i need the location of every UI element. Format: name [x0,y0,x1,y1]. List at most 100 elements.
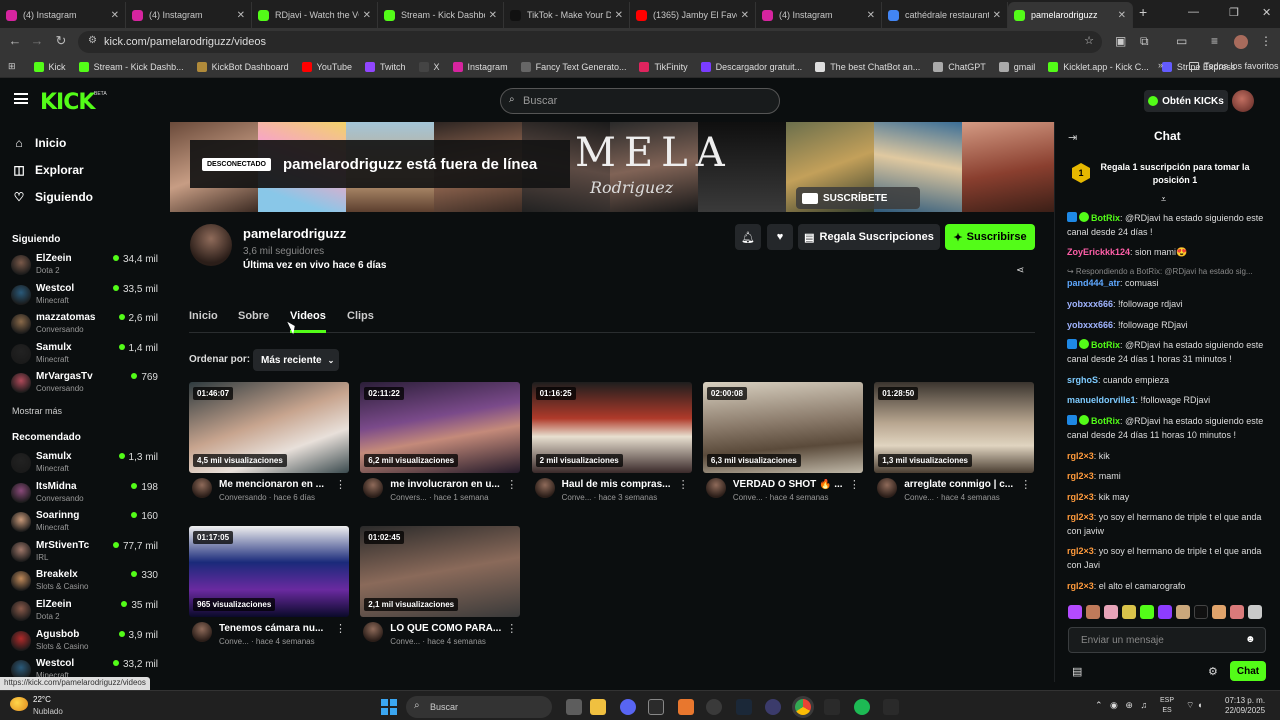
app-icon[interactable] [706,699,722,715]
notification-bell-button[interactable]: 🔔︎ [735,224,761,250]
kick-logo[interactable]: KICK [40,90,95,115]
menu-dots-icon[interactable]: ⋮ [1260,34,1272,48]
chat-username[interactable]: yobxxx666 [1067,299,1113,309]
emote-icon[interactable] [1158,605,1172,619]
chat-username[interactable]: BotRix [1091,340,1120,350]
emote-icon[interactable] [1086,605,1100,619]
tab-close-icon[interactable]: ✕ [1118,10,1126,21]
collapse-chat-icon[interactable]: ⇥ [1068,131,1077,144]
forward-icon[interactable]: → [28,33,46,48]
tab-close-icon[interactable]: ✕ [489,10,497,21]
chat-username[interactable]: rgl2×3 [1067,512,1094,522]
sidebar-nav-explorar[interactable]: ◫ Explorar [12,163,83,177]
user-avatar[interactable] [1232,90,1254,112]
weather-temperature[interactable]: 22°C [33,695,51,704]
video-title[interactable]: arreglate conmigo | c... [904,479,1022,490]
emote-icon[interactable] [1122,605,1136,619]
subscribe-button[interactable]: ✦ Suscribirse [945,224,1035,250]
browser-tab[interactable]: cathédrale restaurant ✕ [882,2,1008,28]
weather-icon[interactable] [10,697,28,711]
close-window-icon[interactable]: ✕ [1262,6,1271,19]
video-card[interactable]: 01:46:07 4,5 mil visualizaciones Me mencio… [189,382,349,512]
puzzle-icon[interactable]: ⧉ [1140,34,1149,49]
bookmark-star-icon[interactable]: ☆ [1084,34,1094,47]
tab-search-icon[interactable]: ▭ [1176,34,1187,48]
tab-close-icon[interactable]: ✕ [867,10,875,21]
tab-close-icon[interactable]: ✕ [237,10,245,21]
chat-username[interactable]: manueldorville1 [1067,395,1136,405]
site-info-icon[interactable]: ⚙ [88,35,97,46]
network-icon[interactable]: ⌔ ◖ [1186,700,1202,711]
video-card[interactable]: 01:16:25 2 mil visualizaciones Haul de mis… [531,382,692,512]
video-channel-avatar[interactable] [192,622,212,642]
sort-dropdown[interactable]: Más reciente ⌄ [253,349,339,371]
recommended-item[interactable]: Agusbob Slots & Casino 3,9 mil [11,629,161,655]
video-card[interactable]: 02:00:08 6,3 mil visualizaciones VERDAD O … [702,382,863,512]
video-channel-avatar[interactable] [363,478,384,498]
chat-username[interactable]: rgl2×3 [1067,492,1094,502]
browser-tab[interactable]: RDjavi - Watch the VOD ✕ [252,2,378,28]
video-channel-avatar[interactable] [705,478,726,498]
browser-tab[interactable]: (4) Instagram ✕ [0,2,126,28]
video-card[interactable]: 01:28:50 1,3 mil visualizaciones arreglate… [874,382,1035,512]
bookmark-item[interactable]: Kicklet.app - Kick C... [1048,61,1149,72]
system-clock[interactable]: 07:13 p. m. 22/09/2025 [1225,696,1265,716]
new-tab-icon[interactable]: + [1139,4,1147,20]
hamburger-menu-icon[interactable] [14,93,28,104]
following-item[interactable]: ElZeein Dota 2 34,4 mil [11,253,161,279]
video-options-icon[interactable]: ⋮ [506,478,517,491]
video-options-icon[interactable]: ⋮ [1020,478,1031,491]
video-options-icon[interactable]: ⋮ [335,478,346,491]
video-options-icon[interactable]: ⋮ [335,622,346,635]
video-title[interactable]: Tenemos cámara nu... [219,623,337,634]
discord-icon[interactable] [620,699,636,715]
gift-icon[interactable]: ▤ [1072,665,1082,678]
bookmark-item[interactable]: Stream - Kick Dashb... [78,61,184,72]
video-title[interactable]: VERDAD O SHOT 🔥 ... [733,479,851,490]
video-title[interactable]: me involucraron en u... [390,479,508,490]
video-options-icon[interactable]: ⋮ [678,478,689,491]
bookmark-item[interactable]: Twitch [365,61,406,72]
sidebar-nav-inicio[interactable]: ⌂ Inicio [12,136,66,150]
bookmark-item[interactable]: gmail [998,61,1035,72]
recommended-item[interactable]: Soarinng Minecraft 160 [11,510,161,536]
emoji-picker-icon[interactable]: ☻ [1245,634,1256,645]
show-more-link[interactable]: Mostrar más [12,406,62,416]
sidebar-nav-siguiendo[interactable]: ♡ Siguiendo [12,190,93,204]
bookmark-item[interactable]: KickBot Dashboard [196,61,289,72]
chat-username[interactable]: ZoyErickkk124 [1067,247,1130,257]
video-channel-avatar[interactable] [363,622,384,642]
search-input[interactable]: ⌕ Buscar [500,88,780,114]
chrome-icon[interactable] [795,699,811,715]
browser-tab[interactable]: TikTok - Make Your Day ✕ [504,2,630,28]
chat-username[interactable]: rgl2×3 [1067,451,1094,461]
extension-icon[interactable]: ▣ [1115,34,1126,48]
emote-icon[interactable] [1212,605,1226,619]
bookmark-item[interactable]: Fancy Text Generato... [520,61,626,72]
emote-icon[interactable] [1230,605,1244,619]
back-icon[interactable]: ← [6,33,24,48]
browser-tab[interactable]: (4) Instagram ✕ [756,2,882,28]
app-icon[interactable] [883,699,899,715]
chat-username[interactable]: srghoS [1067,375,1098,385]
bookmark-item[interactable]: Descargador gratuit... [700,61,802,72]
video-title[interactable]: Haul de mis compras... [562,479,680,490]
recommended-item[interactable]: Breakelx Slots & Casino 330 [11,569,161,595]
channel-avatar[interactable] [190,224,232,266]
bookmark-item[interactable]: YouTube [301,61,352,72]
apps-grid-icon[interactable]: ⊞ [8,61,16,72]
taskbar-search[interactable]: ⌕ Buscar [406,696,552,718]
tab-sobre[interactable]: Sobre [238,310,269,322]
chat-username[interactable]: rgl2×3 [1067,546,1094,556]
video-card[interactable]: 02:11:22 6,2 mil visualizaciones me involu… [360,382,521,512]
emote-icon[interactable] [1194,605,1208,619]
emote-icon[interactable] [1068,605,1082,619]
weather-description[interactable]: Nublado [33,707,63,716]
browser-tab[interactable]: Stream - Kick Dashboard ✕ [378,2,504,28]
tab-close-icon[interactable]: ✕ [615,10,623,21]
windows-start-icon[interactable] [381,699,397,715]
app-icon[interactable] [824,699,840,715]
app-icon[interactable] [765,699,781,715]
tab-close-icon[interactable]: ✕ [741,10,749,21]
emote-icon[interactable] [1176,605,1190,619]
